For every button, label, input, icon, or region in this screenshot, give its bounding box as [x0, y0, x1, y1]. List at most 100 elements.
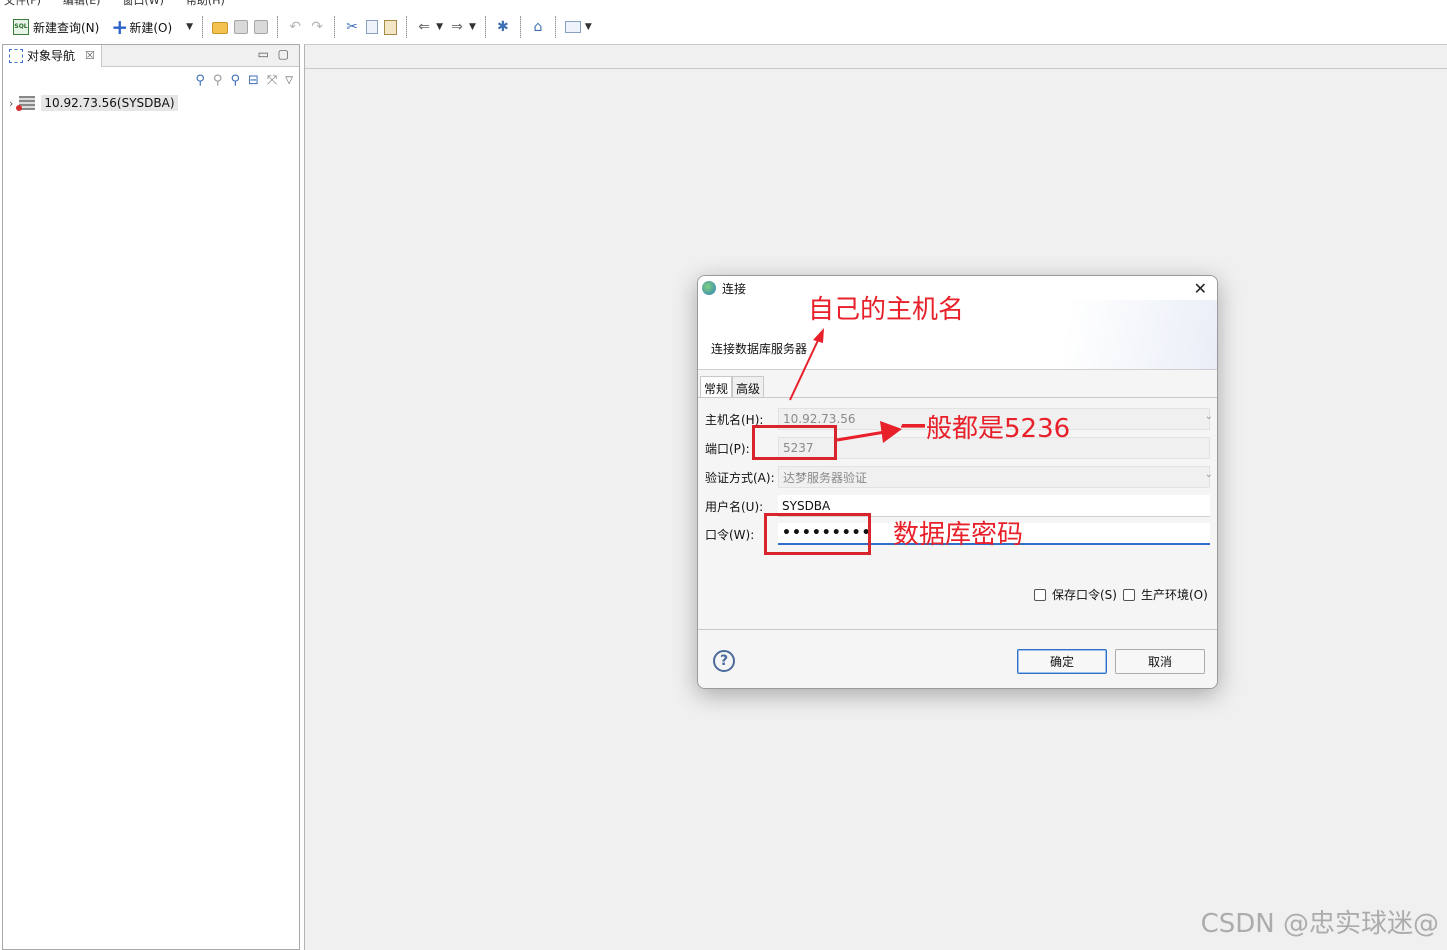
folder-icon	[212, 22, 229, 34]
plus-icon: +	[111, 15, 129, 39]
toolbar-separator	[277, 16, 279, 38]
undo-icon: ↶	[289, 19, 301, 35]
window-button[interactable]: ▼	[562, 15, 595, 39]
main-toolbar: SQL 新建查询(N) + 新建(O) ▼ ↶ ↷ ✂ ⇐ ▼ ⇒ ▼ ✱ ⌂ ▼	[0, 10, 1447, 44]
production-label: 生产环境(O)	[1141, 588, 1208, 602]
password-highlight-box	[764, 513, 871, 555]
menu-bar: 文件(F) 编辑(E) 窗口(W) 帮助(H)	[0, 0, 1447, 8]
menu-edit[interactable]: 编辑(E)	[63, 0, 101, 8]
tree-node-connection[interactable]: › 10.92.73.56(SYSDBA)	[3, 93, 299, 113]
new-button[interactable]: + 新建(O) ▼	[108, 15, 196, 39]
copy-icon	[366, 20, 379, 34]
disconnect-icon[interactable]: ⚲	[213, 73, 223, 88]
arrow-right-icon: ⇒	[451, 19, 463, 35]
ok-button[interactable]: 确定	[1017, 649, 1107, 674]
forward-button[interactable]: ⇒ ▼	[446, 15, 479, 39]
chevron-down-icon[interactable]: ⌄	[1205, 469, 1213, 480]
expand-icon[interactable]: ⤧	[267, 73, 277, 88]
tab-object-navigator[interactable]: 对象导航 ☒	[3, 44, 102, 67]
scissors-icon: ✂	[346, 19, 358, 35]
new-label: 新建(O)	[129, 20, 173, 35]
toolbar-separator	[406, 16, 408, 38]
tab-advanced[interactable]: 高级	[732, 376, 765, 398]
toolbar-separator	[484, 16, 486, 38]
watermark: CSDN @忠实球迷@	[1200, 909, 1439, 939]
paste-icon	[384, 19, 398, 35]
arrow-left-icon: ⇐	[418, 19, 430, 35]
copy-button[interactable]	[363, 15, 381, 39]
tab-label: 对象导航	[27, 49, 76, 63]
dialog-header-text: 连接数据库服务器	[711, 342, 808, 356]
home-button[interactable]: ⌂	[527, 15, 549, 39]
toolbar-separator	[519, 16, 521, 38]
undo-button[interactable]: ↶	[284, 15, 306, 39]
save-all-icon	[254, 20, 269, 34]
tab-general[interactable]: 常规	[700, 376, 733, 398]
back-button[interactable]: ⇐ ▼	[413, 15, 446, 39]
search-icon[interactable]: ⚲	[230, 73, 240, 88]
paste-button[interactable]	[381, 15, 400, 39]
view-menu-icon[interactable]: ▽	[285, 75, 293, 86]
object-navigator-panel: 对象导航 ☒ ▭ ▢ ⚲ ⚲ ⚲ ⊟ ⤧ ▽ › 10.92.73.56(SYS…	[2, 44, 300, 950]
save-password-checkbox[interactable]	[1034, 588, 1046, 601]
minimize-icon[interactable]: ▭	[258, 47, 269, 61]
save-icon	[234, 20, 249, 34]
connection-icon	[702, 281, 716, 295]
chevron-down-icon[interactable]: ⌄	[1205, 411, 1213, 422]
toolbar-separator	[202, 16, 204, 38]
auth-label: 验证方式(A):	[705, 470, 775, 485]
chevron-down-icon[interactable]: ▼	[585, 22, 592, 32]
save-password-option[interactable]: 保存口令(S)	[1034, 586, 1117, 603]
sql-icon: SQL	[13, 19, 29, 35]
chevron-down-icon[interactable]: ▼	[469, 22, 476, 32]
host-annotation: 自己的主机名	[808, 295, 965, 325]
dialog-title: 连接	[722, 281, 747, 296]
auth-select[interactable]: 达梦服务器验证	[778, 466, 1210, 488]
password-annotation: 数据库密码	[893, 520, 1024, 550]
open-button[interactable]	[209, 15, 231, 39]
chevron-right-icon[interactable]: ›	[9, 97, 13, 110]
editor-tab-strip	[305, 45, 1447, 69]
navigator-tab-bar: 对象导航 ☒ ▭ ▢	[3, 44, 299, 67]
user-label: 用户名(U):	[705, 499, 764, 514]
chevron-down-icon[interactable]: ▼	[436, 22, 443, 32]
toolbar-separator	[334, 16, 336, 38]
bug-icon: ✱	[497, 19, 509, 35]
save-password-label: 保存口令(S)	[1052, 588, 1117, 602]
database-server-icon	[16, 96, 36, 111]
cut-button[interactable]: ✂	[341, 15, 363, 39]
menu-help[interactable]: 帮助(H)	[186, 0, 225, 8]
navigator-icon	[9, 48, 23, 63]
menu-file[interactable]: 文件(F)	[4, 0, 41, 8]
maximize-icon[interactable]: ▢	[278, 47, 289, 61]
production-option[interactable]: 生产环境(O)	[1123, 586, 1208, 603]
cancel-button[interactable]: 取消	[1115, 649, 1205, 674]
dialog-tabs: 常规 高级	[700, 376, 765, 398]
menu-window[interactable]: 窗口(W)	[122, 0, 163, 8]
app-window: 文件(F) 编辑(E) 窗口(W) 帮助(H) SQL 新建查询(N) + 新建…	[0, 0, 1447, 950]
redo-icon: ↷	[311, 19, 323, 35]
debug-button[interactable]: ✱	[492, 15, 514, 39]
new-query-label: 新建查询(N)	[33, 20, 100, 35]
close-icon[interactable]: ☒	[85, 49, 95, 62]
close-icon[interactable]: ✕	[1194, 279, 1207, 298]
redo-button[interactable]: ↷	[306, 15, 328, 39]
dialog-footer: ? 确定 取消	[698, 629, 1217, 688]
save-all-button[interactable]	[251, 15, 271, 39]
home-icon: ⌂	[533, 19, 543, 35]
connect-icon[interactable]: ⚲	[195, 73, 205, 88]
navigator-toolbar: ⚲ ⚲ ⚲ ⊟ ⤧ ▽	[3, 67, 299, 93]
window-icon	[564, 21, 581, 33]
collapse-all-icon[interactable]: ⊟	[248, 73, 259, 88]
new-query-button[interactable]: SQL 新建查询(N)	[10, 15, 102, 39]
toolbar-separator	[554, 16, 556, 38]
port-highlight-box	[752, 425, 837, 460]
chevron-down-icon[interactable]: ▼	[186, 22, 193, 32]
port-annotation: 一般都是5236	[900, 414, 1071, 444]
connect-dialog: 连接 ✕ 连接数据库服务器 常规 高级 主机名(H): 10.92.73.56 …	[697, 275, 1218, 689]
auth-row: 验证方式(A): 达梦服务器验证 ⌄	[705, 466, 1215, 488]
help-icon[interactable]: ?	[713, 650, 735, 672]
production-checkbox[interactable]	[1123, 588, 1135, 601]
save-button[interactable]	[231, 15, 251, 39]
tree-node-label: 10.92.73.56(SYSDBA)	[41, 95, 178, 111]
